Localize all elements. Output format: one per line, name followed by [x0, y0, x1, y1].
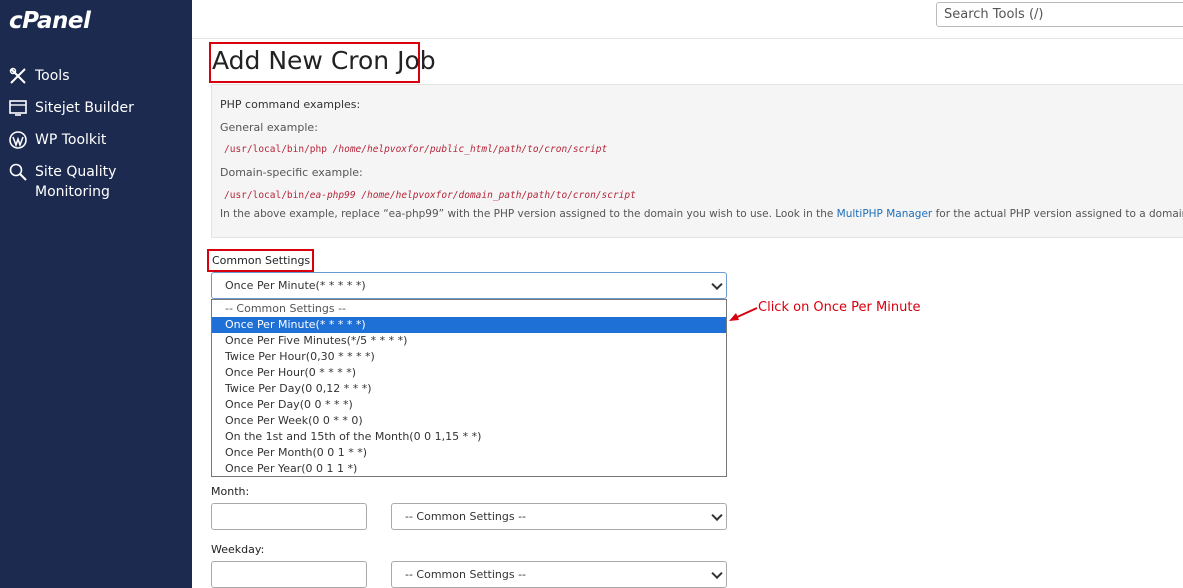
sidebar-item-sitejet-builder[interactable]: Sitejet Builder: [8, 98, 134, 118]
annotation-text: Click on Once Per Minute: [758, 300, 921, 315]
sidebar-item-label: Site Quality Monitoring: [35, 164, 117, 200]
dropdown-option[interactable]: Once Per Year(0 0 1 1 *): [212, 461, 726, 477]
dropdown-option[interactable]: Twice Per Day(0 0,12 * * *): [212, 381, 726, 397]
wordpress-icon: [8, 130, 28, 150]
domain-example-label: Domain-specific example:: [220, 166, 363, 179]
sidebar-item-wp-toolkit[interactable]: WP Toolkit: [8, 130, 106, 150]
sidebar-item-site-quality-monitoring[interactable]: Site Quality Monitoring: [8, 162, 116, 202]
weekday-label: Weekday:: [211, 543, 265, 556]
sidebar-item-label: Sitejet Builder: [35, 100, 134, 116]
dropdown-option[interactable]: On the 1st and 15th of the Month(0 0 1,1…: [212, 429, 726, 445]
general-example-label: General example:: [220, 121, 318, 134]
magnifier-icon: [8, 162, 28, 182]
weekday-input[interactable]: [211, 561, 367, 588]
sidebar-item-label: WP Toolkit: [35, 132, 107, 148]
page-title: Add New Cron Job: [212, 46, 436, 75]
dropdown-option[interactable]: Once Per Five Minutes(*/5 * * * *): [212, 333, 726, 349]
search-tools-input[interactable]: Search Tools (/): [936, 2, 1183, 27]
dropdown-option[interactable]: -- Common Settings --: [212, 301, 726, 317]
sidebar-item-tools[interactable]: Tools: [8, 66, 70, 86]
general-example-code: /usr/local/bin/php /home/helpvoxfor/publ…: [224, 144, 608, 155]
chevron-down-icon: [711, 278, 723, 290]
examples-heading: PHP command examples:: [220, 98, 361, 111]
month-common-settings-select[interactable]: -- Common Settings --: [391, 503, 727, 530]
weekday-common-settings-select[interactable]: -- Common Settings --: [391, 561, 727, 588]
multiphp-manager-link[interactable]: MultiPHP Manager: [837, 208, 933, 220]
chevron-down-icon: [711, 509, 723, 521]
sitejet-icon: [8, 98, 28, 118]
dropdown-option[interactable]: Twice Per Hour(0,30 * * * *): [212, 349, 726, 365]
dropdown-option[interactable]: Once Per Week(0 0 * * 0): [212, 413, 726, 429]
common-settings-dropdown: -- Common Settings -- Once Per Minute(* …: [211, 299, 727, 477]
annotation-arrow-icon: [729, 307, 758, 321]
sidebar-item-label: Tools: [35, 68, 70, 84]
dropdown-option[interactable]: Once Per Hour(0 * * * *): [212, 365, 726, 381]
cpanel-logo[interactable]: cPanel: [9, 8, 91, 34]
tools-icon: [8, 66, 28, 86]
common-settings-label: Common Settings: [212, 254, 311, 267]
month-label: Month:: [211, 485, 250, 498]
common-settings-select[interactable]: Once Per Minute(* * * * *): [211, 272, 727, 299]
dropdown-option[interactable]: Once Per Day(0 0 * * *): [212, 397, 726, 413]
dropdown-option[interactable]: Once Per Month(0 0 1 * *): [212, 445, 726, 461]
examples-note: In the above example, replace “ea-php99”…: [220, 208, 1183, 220]
domain-example-code: /usr/local/bin/ea-php99 /home/helpvoxfor…: [224, 190, 636, 201]
dropdown-option-once-per-minute[interactable]: Once Per Minute(* * * * *): [212, 317, 726, 333]
month-input[interactable]: [211, 503, 367, 530]
sidebar: cPanel Tools Sitejet Builder WP Toolkit …: [0, 0, 192, 588]
chevron-down-icon: [711, 567, 723, 579]
